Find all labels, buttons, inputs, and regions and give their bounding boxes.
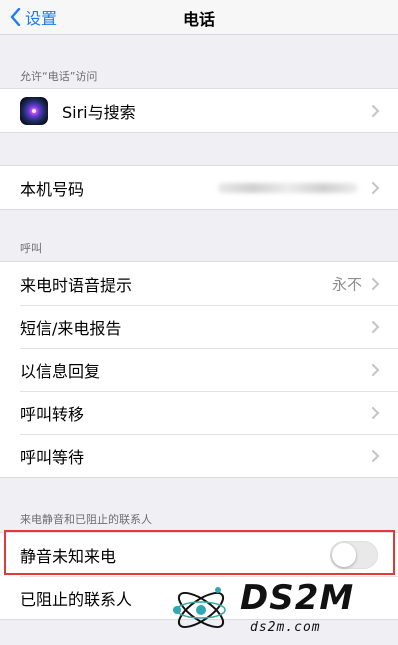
call-waiting-label: 呼叫等待 <box>20 447 85 467</box>
reply-with-message-label: 以信息回复 <box>20 361 101 381</box>
atom-logo-icon <box>173 587 226 629</box>
my-number-label: 本机号码 <box>20 179 85 199</box>
announce-calls-row[interactable]: 来电时语音提示 永不 <box>0 262 398 305</box>
navigation-bar: 设置 电话 <box>0 0 398 35</box>
siri-icon <box>20 96 48 125</box>
watermark-url: ds2m.com <box>250 620 321 635</box>
watermark: DS2M ds2m.com <box>170 578 395 642</box>
section-header-silence: 来电静音和已阻止的联系人 <box>20 513 152 526</box>
highlight-box <box>4 530 395 575</box>
announce-calls-value: 永不 <box>331 275 362 293</box>
page-title: 电话 <box>182 10 215 29</box>
chevron-right-icon <box>372 181 380 194</box>
chevron-right-icon <box>372 104 380 117</box>
announce-calls-label: 来电时语音提示 <box>20 275 133 295</box>
calls-group: 来电时语音提示 永不 短信/来电报告 以信息回复 呼叫转移 呼叫等待 <box>0 261 398 478</box>
chevron-right-icon <box>372 277 380 290</box>
chevron-right-icon <box>372 363 380 376</box>
siri-search-row[interactable]: Siri与搜索 <box>0 89 398 132</box>
siri-search-label: Siri与搜索 <box>62 102 136 122</box>
allow-access-group: Siri与搜索 <box>0 88 398 133</box>
blocked-contacts-label: 已阻止的联系人 <box>20 589 133 609</box>
call-waiting-row[interactable]: 呼叫等待 <box>0 434 398 477</box>
sms-call-report-label: 短信/来电报告 <box>20 318 122 338</box>
reply-with-message-row[interactable]: 以信息回复 <box>0 348 398 391</box>
watermark-title: DS2M <box>240 578 355 618</box>
sms-call-report-row[interactable]: 短信/来电报告 <box>0 305 398 348</box>
call-forwarding-label: 呼叫转移 <box>20 404 85 424</box>
my-number-row[interactable]: 本机号码 <box>0 166 398 209</box>
chevron-right-icon <box>372 406 380 419</box>
chevron-right-icon <box>372 449 380 462</box>
my-number-group: 本机号码 <box>0 165 398 210</box>
section-header-allow-access: 允许“电话”访问 <box>20 70 98 83</box>
call-forwarding-row[interactable]: 呼叫转移 <box>0 391 398 434</box>
phone-number-redacted <box>218 182 358 193</box>
chevron-right-icon <box>372 320 380 333</box>
section-header-calls: 呼叫 <box>20 242 42 255</box>
